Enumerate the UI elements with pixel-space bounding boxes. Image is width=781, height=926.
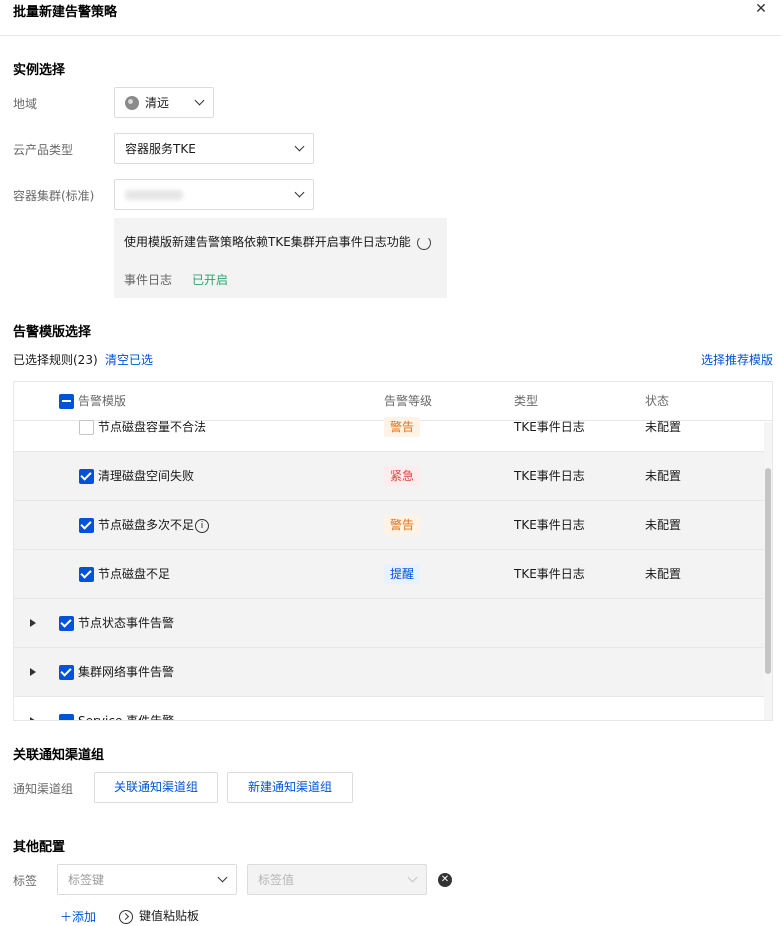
row-checkbox[interactable] [79,420,94,435]
status-cell: 未配置 [645,518,682,532]
group-row[interactable]: 节点状态事件告警 [14,599,764,648]
event-log-status: 已开启 [192,273,229,287]
tag-value-placeholder: 标签值 [258,873,295,887]
table-row[interactable]: 节点磁盘容量不合法 警告 TKE事件日志 未配置 [14,403,764,452]
close-icon[interactable]: ✕ [753,0,769,18]
table-row[interactable]: 清理磁盘空间失败 紧急 TKE事件日志 未配置 [14,452,764,501]
chevron-down-icon [217,872,228,883]
type-cell: TKE事件日志 [514,518,585,532]
template-table: 告警模版 告警等级 类型 状态 节点磁盘容量不合法 警告 TKE事件日志 未配置… [13,381,773,721]
refresh-icon[interactable] [416,235,431,250]
cluster-select[interactable] [114,179,314,210]
header-divider [0,35,781,36]
link-notify-group-button[interactable]: 关联通知渠道组 [94,772,218,803]
row-checkbox[interactable] [79,518,94,533]
add-tag-button[interactable]: ＋添加 [60,908,96,925]
level-tag: 警告 [384,515,421,535]
chevron-circle-icon [119,909,133,924]
table-scrollbar[interactable] [764,422,772,720]
product-value: 容器服务TKE [125,142,196,156]
table-row[interactable]: 节点磁盘不足 提醒 TKE事件日志 未配置 [14,550,764,599]
level-cell: 提醒 [384,550,421,598]
type-cell: TKE事件日志 [514,420,585,434]
level-tag: 提醒 [384,564,421,584]
notice-text: 使用模版新建告警策略依赖TKE集群开启事件日志功能 [124,235,411,249]
region-value: 清远 [145,96,170,110]
instance-section-title: 实例选择 [13,63,66,78]
paste-board-button[interactable]: 键值粘贴板 [119,907,199,924]
new-notify-group-button[interactable]: 新建通知渠道组 [227,772,353,803]
expand-caret-icon[interactable] [30,717,36,720]
event-log-label: 事件日志 [124,273,173,287]
template-name: 节点磁盘不足 [98,567,171,581]
group-row[interactable]: Service 事件告警 [14,697,764,721]
chevron-down-icon [194,95,205,106]
template-name: 节点磁盘容量不合法 [98,420,207,434]
template-name: 清理磁盘空间失败 [98,469,195,483]
status-cell: 未配置 [645,469,682,483]
region-label: 地域 [13,97,38,111]
group-name: 节点状态事件告警 [78,616,175,630]
product-select[interactable]: 容器服务TKE [114,133,314,164]
group-checkbox[interactable] [59,665,74,680]
recommend-template-link[interactable]: 选择推荐模版 [701,351,773,368]
cluster-label: 容器集群(标准) [13,189,95,203]
row-checkbox[interactable] [79,469,94,484]
row-checkbox[interactable] [79,567,94,582]
add-tag-label: 添加 [72,910,97,924]
level-cell: 紧急 [384,452,421,500]
chevron-down-icon [294,187,305,198]
globe-icon [125,95,139,110]
chevron-down-icon [294,141,305,152]
notify-section-title: 关联通知渠道组 [13,748,105,763]
status-cell: 未配置 [645,567,682,581]
table-row[interactable]: 节点磁盘多次不足 i 警告 TKE事件日志 未配置 [14,501,764,550]
clear-selection-link[interactable]: 清空已选 [105,351,153,368]
tag-key-placeholder: 标签键 [68,873,105,887]
templates-section-title: 告警模版选择 [13,325,92,340]
selected-count: 已选择规则(23) [13,353,98,367]
dialog-title: 批量新建告警策略 [13,5,118,20]
group-name: Service 事件告警 [78,714,175,721]
group-name: 集群网络事件告警 [78,665,175,679]
type-cell: TKE事件日志 [514,567,585,581]
status-cell: 未配置 [645,420,682,434]
group-row[interactable]: 集群网络事件告警 [14,648,764,697]
level-cell: 警告 [384,403,421,451]
product-label: 云产品类型 [13,143,74,157]
tag-label: 标签 [13,874,38,888]
template-name: 节点磁盘多次不足 [98,518,195,532]
expand-caret-icon[interactable] [30,668,36,676]
notify-label: 通知渠道组 [13,782,74,796]
level-tag: 紧急 [384,466,421,486]
group-checkbox[interactable] [59,616,74,631]
chevron-down-icon [407,872,418,883]
group-checkbox[interactable] [59,714,74,720]
cluster-value-blurred [125,189,183,200]
expand-caret-icon[interactable] [30,619,36,627]
plus-icon: ＋ [60,910,73,924]
paste-board-label: 键值粘贴板 [139,909,200,923]
other-section-title: 其他配置 [13,840,66,855]
type-cell: TKE事件日志 [514,469,585,483]
notice-row: 使用模版新建告警策略依赖TKE集群开启事件日志功能 [124,233,431,250]
event-log-notice: 使用模版新建告警策略依赖TKE集群开启事件日志功能 事件日志 已开启 [114,218,447,298]
info-icon[interactable]: i [195,518,210,533]
level-cell: 警告 [384,501,421,549]
region-select[interactable]: 清远 [114,87,214,118]
scrollbar-thumb[interactable] [765,468,771,674]
tag-value-select[interactable]: 标签值 [247,864,427,895]
level-tag: 警告 [384,417,421,437]
remove-tag-icon[interactable]: ✕ [438,873,452,887]
tag-key-select[interactable]: 标签键 [57,864,237,895]
template-name-cell: 节点磁盘多次不足 i [98,501,210,549]
